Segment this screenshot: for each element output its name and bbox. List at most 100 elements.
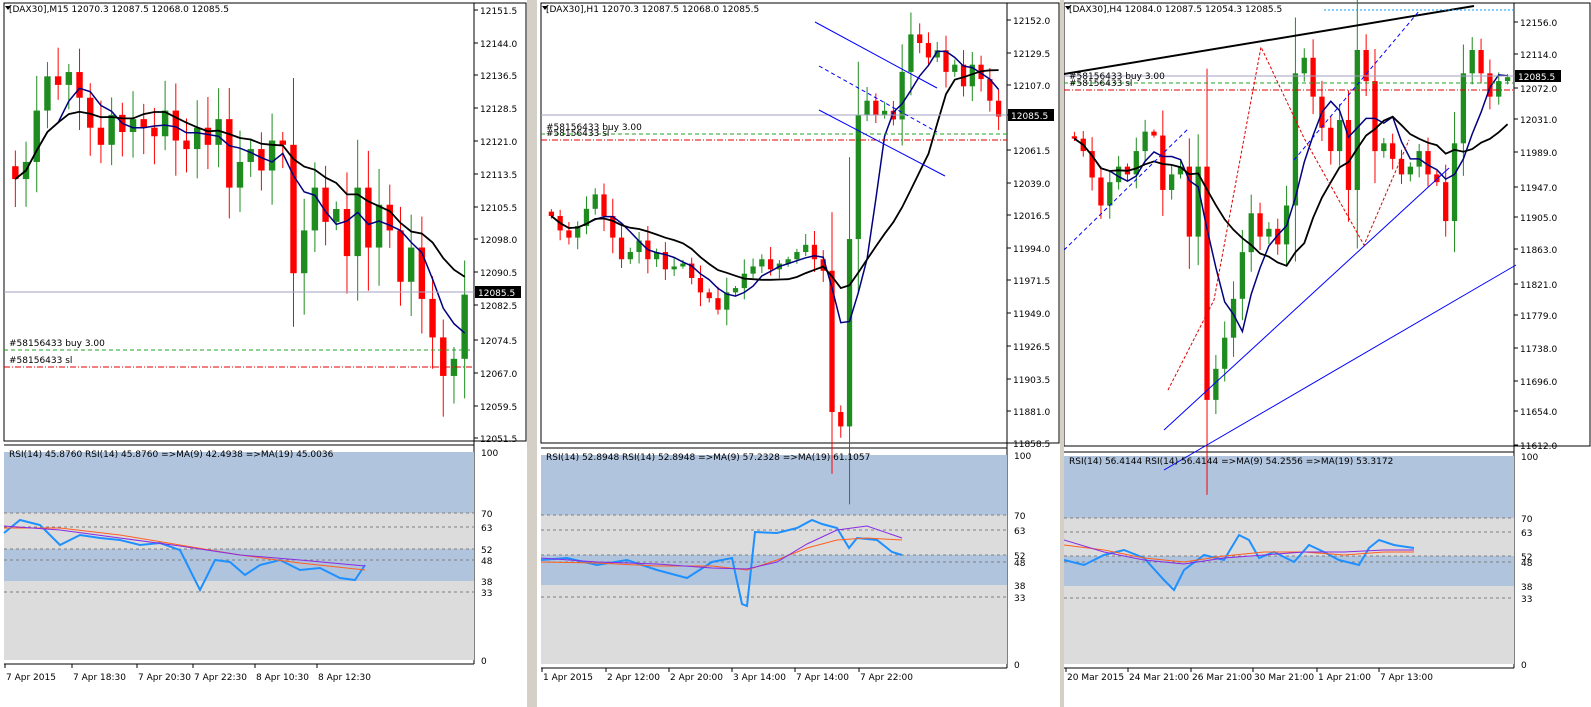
time-axis-label: 20 Mar 2015 (1067, 673, 1124, 683)
candle-body (601, 194, 607, 217)
candle-body (610, 216, 616, 238)
candle-body (1266, 228, 1272, 237)
price-axis-label: 12107.0 (1013, 82, 1050, 92)
candle-body (1142, 131, 1148, 152)
price-axis-label: 11994.0 (1013, 245, 1050, 255)
candle-body (54, 76, 62, 85)
candle-body (418, 247, 426, 299)
candle-body (354, 187, 361, 257)
rsi-axis-label: 48 (1014, 559, 1026, 569)
price-axis-label: 12051.5 (480, 435, 517, 445)
price-axis-label: 11738.0 (1520, 345, 1557, 355)
time-axis-label: 26 Mar 21:00 (1192, 673, 1252, 683)
candle-body (440, 337, 447, 376)
candle-body (759, 259, 765, 267)
candle-body (1425, 151, 1431, 175)
rsi-indicator-header: RSI(14) 45.8760 RSI(14) 45.8760 =>MA(9) … (9, 450, 334, 460)
candle-body (1115, 166, 1122, 183)
time-axis-label: 8 Apr 12:30 (318, 673, 371, 683)
current-price-value: 12085.5 (478, 289, 515, 299)
candle-body (846, 239, 853, 427)
candle-body (461, 294, 468, 359)
price-axis-label: 12105.5 (480, 204, 517, 214)
candle-body (750, 266, 756, 274)
candle-body (1204, 166, 1210, 400)
time-axis-label: 7 Apr 20:30 (138, 673, 191, 683)
price-axis-label: 12059.5 (480, 403, 517, 413)
candle-body (1336, 119, 1343, 152)
price-axis-label: 12136.5 (480, 72, 517, 82)
candle-body (183, 140, 190, 150)
rsi-lower-band (4, 581, 474, 660)
price-axis-label: 11821.0 (1520, 281, 1557, 291)
rsi-overbought-zone (4, 452, 474, 513)
chart-window-m15[interactable]: #58156433 buy 3.00 #58156433 sl 12151.5 121… (0, 0, 527, 707)
price-axis-label: 12074.5 (480, 337, 517, 347)
time-axis-label: 7 Apr 2015 (6, 673, 56, 683)
candle-body (627, 252, 633, 260)
time-axis-label: 30 Mar 21:00 (1254, 673, 1314, 683)
time-axis-label: 7 Apr 18:30 (73, 673, 126, 683)
rsi-axis-label: 70 (1521, 515, 1533, 525)
rsi-axis-label: 33 (1521, 595, 1532, 605)
current-price-value: 12085.5 (1011, 112, 1048, 122)
candle-body (1292, 73, 1299, 206)
rsi-overbought-zone (541, 455, 1007, 515)
rsi-axis-label: 100 (1521, 453, 1538, 463)
candle-body (952, 64, 958, 72)
candle-body (741, 273, 747, 289)
candle-body (322, 187, 329, 222)
candle-body (732, 288, 739, 293)
rsi-axis-label: 33 (1014, 594, 1025, 604)
chart-header-symbol: [DAX30],H1 12070.3 12087.5 12068.0 12085… (546, 5, 759, 15)
candle-body (172, 110, 180, 141)
window-separator (527, 0, 537, 707)
price-axis-label: 11947.0 (1520, 184, 1557, 194)
price-axis-label: 12121.0 (480, 138, 517, 148)
candle-body (194, 127, 201, 150)
chart-header-symbol: [DAX30],M15 12070.3 12087.5 12068.0 1208… (9, 5, 229, 15)
price-axis-label: 12129.5 (1013, 50, 1050, 60)
price-axis-label: 12061.5 (1013, 147, 1050, 157)
candle-body (811, 244, 818, 260)
candle-body (161, 110, 169, 137)
price-window (3, 2, 527, 442)
candle-body (1381, 143, 1387, 152)
time-axis-label: 7 Apr 22:00 (860, 673, 913, 683)
candle-body (365, 187, 372, 248)
candle-body (1257, 213, 1263, 237)
price-axis-label: 11971.5 (1013, 277, 1050, 287)
candle-body (794, 252, 800, 260)
chart-window-h1[interactable]: #58156433 buy 3.00 #58156433 sl 12152.0 121… (537, 0, 1060, 707)
candle-body (548, 211, 555, 217)
order-sl-label: #58156433 sl (9, 356, 72, 366)
price-axis-label: 12039.0 (1013, 180, 1050, 190)
chart-window-h4[interactable]: #58156433 buy 3.00 #58156433 sl 12156.0 121… (1064, 0, 1591, 707)
time-axis-label: 7 Apr 22:30 (194, 673, 247, 683)
candle-body (44, 76, 51, 111)
candle-body (1354, 49, 1360, 190)
price-window (1064, 2, 1591, 447)
candle-body (899, 71, 905, 120)
price-axis-label: 11903.5 (1013, 376, 1050, 386)
chart-h1-canvas[interactable]: #58156433 buy 3.00#58156433 sl12152.0121… (537, 0, 1060, 707)
candle-body (803, 244, 809, 253)
candle-body (140, 119, 147, 128)
candle-body (65, 72, 73, 85)
price-axis-label: 12067.0 (480, 370, 517, 380)
order-sl-label: #58156433 sl (1069, 79, 1132, 89)
candle-body (1328, 127, 1334, 152)
chart-h4-canvas[interactable]: #58156433 buy 3.00#58156433 sl12156.0121… (1064, 0, 1591, 707)
candle-body (258, 149, 265, 171)
chart-header-symbol: [DAX30],H4 12084.0 12087.5 12054.3 12085… (1069, 5, 1282, 15)
price-axis-label: 11779.0 (1520, 312, 1557, 322)
price-axis-label: 12031.0 (1520, 116, 1557, 126)
candle-body (838, 412, 844, 427)
candle-body (108, 114, 115, 145)
candle-body (1478, 49, 1484, 74)
candle-body (680, 263, 686, 267)
chart-m15-canvas[interactable]: #58156433 buy 3.00 #58156433 sl 12151.5 121… (0, 0, 527, 707)
candle-body (1071, 136, 1078, 139)
time-axis-label: 2 Apr 20:00 (670, 673, 723, 683)
price-axis-label: 12016.5 (1013, 212, 1050, 222)
